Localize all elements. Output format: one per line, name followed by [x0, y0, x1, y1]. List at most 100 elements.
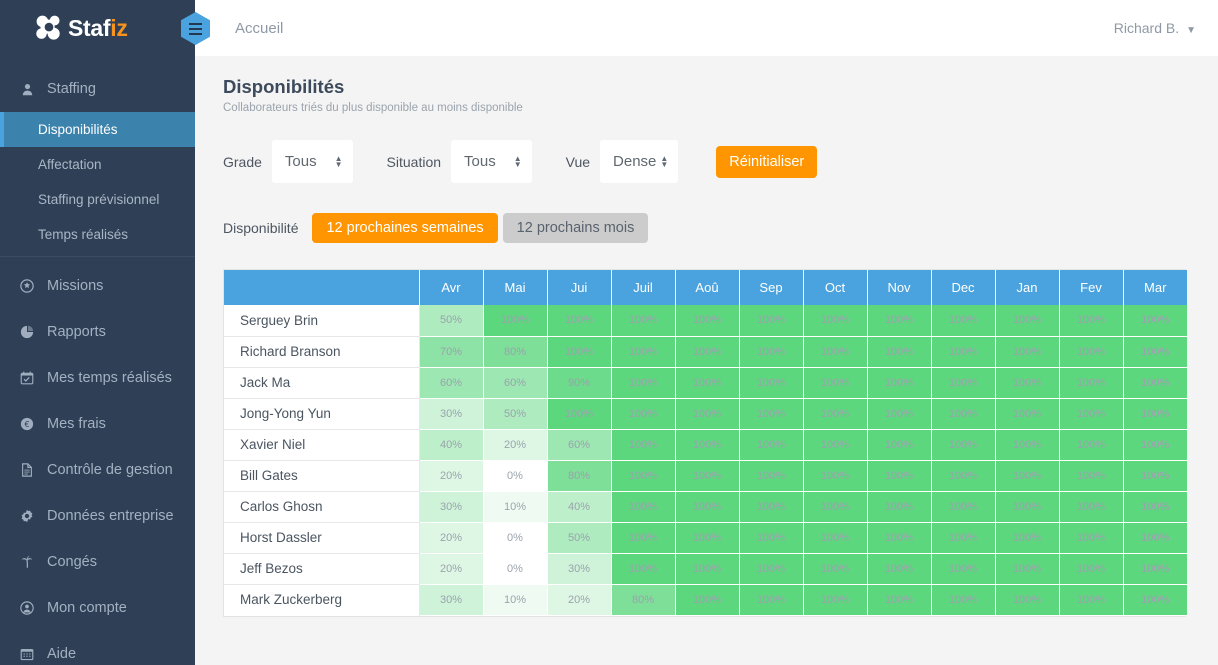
table-row[interactable]: Jeff Bezos 20% 0% 30% 100% 100% 100% 100% 100% 10… — [224, 553, 1187, 585]
availability-cell[interactable]: 100% — [1122, 460, 1187, 492]
table-row[interactable]: Horst Dassler 20% 0% 50% 100% 100% 100% 100% 100… — [224, 522, 1187, 554]
availability-cell[interactable]: 50% — [418, 305, 483, 337]
availability-cell[interactable]: 100% — [1122, 522, 1187, 554]
availability-cell[interactable]: 100% — [930, 398, 995, 430]
availability-cell[interactable]: 100% — [610, 460, 675, 492]
availability-cell[interactable]: 100% — [994, 460, 1059, 492]
availability-cell[interactable]: 100% — [802, 460, 867, 492]
availability-cell[interactable]: 0% — [482, 553, 547, 585]
availability-cell[interactable]: 40% — [418, 429, 483, 461]
logo[interactable]: Stafiz — [0, 0, 195, 56]
hamburger-menu-icon[interactable] — [181, 12, 210, 45]
availability-cell[interactable]: 100% — [738, 584, 803, 616]
availability-cell[interactable]: 100% — [930, 460, 995, 492]
table-row[interactable]: Jong-Yong Yun 30% 50% 100% 100% 100% 100% 100% 1… — [224, 398, 1187, 430]
sidebar-item-disponibilites[interactable]: Disponibilités — [0, 112, 195, 147]
grade-select[interactable]: Tous ▲ ▼ — [271, 140, 353, 183]
availability-cell[interactable]: 10% — [482, 491, 547, 523]
availability-cell[interactable]: 20% — [418, 460, 483, 492]
sidebar-item-affectation[interactable]: Affectation — [0, 147, 195, 182]
user-menu[interactable]: Richard B. ▼ — [1114, 20, 1196, 36]
availability-cell[interactable]: 100% — [1122, 491, 1187, 523]
availability-cell[interactable]: 100% — [866, 522, 931, 554]
availability-cell[interactable]: 100% — [802, 398, 867, 430]
availability-cell[interactable]: 100% — [610, 336, 675, 368]
sidebar-item-missions[interactable]: Missions — [0, 263, 195, 309]
availability-cell[interactable]: 100% — [866, 305, 931, 337]
sidebar-item-temps-realises[interactable]: Temps réalisés — [0, 217, 195, 252]
sidebar-item-mes-temps-realises[interactable]: Mes temps réalisés — [0, 355, 195, 401]
availability-cell[interactable]: 30% — [418, 584, 483, 616]
availability-cell[interactable]: 100% — [674, 460, 739, 492]
table-row[interactable]: Mark Zuckerberg 30% 10% 20% 80% 100% 100% 100% 1… — [224, 584, 1187, 616]
availability-cell[interactable]: 100% — [930, 336, 995, 368]
availability-cell[interactable]: 60% — [546, 429, 611, 461]
availability-cell[interactable]: 100% — [866, 429, 931, 461]
availability-cell[interactable]: 100% — [1122, 336, 1187, 368]
availability-cell[interactable]: 100% — [1058, 491, 1123, 523]
availability-cell[interactable]: 100% — [674, 522, 739, 554]
availability-cell[interactable]: 100% — [738, 553, 803, 585]
toggle-12-months[interactable]: 12 prochains mois — [502, 213, 649, 243]
availability-cell[interactable]: 100% — [546, 336, 611, 368]
availability-cell[interactable]: 10% — [482, 584, 547, 616]
availability-cell[interactable]: 100% — [866, 336, 931, 368]
availability-cell[interactable]: 50% — [546, 522, 611, 554]
sidebar-item-mes-frais[interactable]: € Mes frais — [0, 401, 195, 447]
table-row[interactable]: Bill Gates 20% 0% 80% 100% 100% 100% 100% 100% 10… — [224, 460, 1187, 492]
availability-cell[interactable]: 100% — [738, 429, 803, 461]
availability-cell[interactable]: 100% — [1122, 305, 1187, 337]
availability-cell[interactable]: 100% — [802, 336, 867, 368]
availability-cell[interactable]: 100% — [994, 491, 1059, 523]
availability-cell[interactable]: 90% — [546, 367, 611, 399]
table-row[interactable]: Carlos Ghosn 30% 10% 40% 100% 100% 100% 100% 100… — [224, 491, 1187, 523]
sidebar-item-donnees-entreprise[interactable]: Données entreprise — [0, 493, 195, 539]
availability-cell[interactable]: 80% — [482, 336, 547, 368]
availability-cell[interactable]: 100% — [930, 367, 995, 399]
availability-cell[interactable]: 100% — [994, 584, 1059, 616]
availability-cell[interactable]: 100% — [610, 305, 675, 337]
sidebar-item-mon-compte[interactable]: Mon compte — [0, 585, 195, 631]
availability-cell[interactable]: 70% — [418, 336, 483, 368]
table-row[interactable]: Jack Ma 60% 60% 90% 100% 100% 100% 100% 100% 100%… — [224, 367, 1187, 399]
availability-cell[interactable]: 100% — [994, 305, 1059, 337]
availability-cell[interactable]: 100% — [866, 584, 931, 616]
availability-cell[interactable]: 100% — [738, 522, 803, 554]
reset-button[interactable]: Réinitialiser — [716, 145, 818, 178]
availability-cell[interactable]: 100% — [1122, 367, 1187, 399]
table-row[interactable]: Xavier Niel 40% 20% 60% 100% 100% 100% 100% 100%… — [224, 429, 1187, 461]
availability-cell[interactable]: 100% — [674, 553, 739, 585]
availability-cell[interactable]: 100% — [546, 305, 611, 337]
availability-cell[interactable]: 100% — [802, 553, 867, 585]
availability-cell[interactable]: 100% — [866, 367, 931, 399]
availability-cell[interactable]: 100% — [1122, 398, 1187, 430]
sidebar-item-staffing[interactable]: Staffing — [0, 66, 195, 112]
availability-cell[interactable]: 100% — [738, 460, 803, 492]
availability-cell[interactable]: 100% — [610, 491, 675, 523]
availability-cell[interactable]: 100% — [802, 429, 867, 461]
availability-cell[interactable]: 30% — [418, 491, 483, 523]
availability-cell[interactable]: 20% — [546, 584, 611, 616]
availability-cell[interactable]: 100% — [674, 336, 739, 368]
availability-cell[interactable]: 100% — [674, 584, 739, 616]
availability-cell[interactable]: 100% — [802, 491, 867, 523]
availability-cell[interactable]: 100% — [994, 522, 1059, 554]
availability-cell[interactable]: 100% — [546, 398, 611, 430]
availability-cell[interactable]: 100% — [610, 553, 675, 585]
availability-cell[interactable]: 0% — [482, 460, 547, 492]
table-row[interactable]: Richard Branson 70% 80% 100% 100% 100% 100% 100… — [224, 336, 1187, 368]
availability-cell[interactable]: 40% — [546, 491, 611, 523]
situation-select[interactable]: Tous ▲ ▼ — [451, 140, 532, 183]
availability-cell[interactable]: 100% — [610, 367, 675, 399]
availability-cell[interactable]: 30% — [546, 553, 611, 585]
availability-cell[interactable]: 100% — [674, 429, 739, 461]
availability-cell[interactable]: 100% — [994, 553, 1059, 585]
availability-cell[interactable]: 100% — [738, 305, 803, 337]
availability-cell[interactable]: 100% — [1122, 429, 1187, 461]
availability-cell[interactable]: 100% — [1058, 584, 1123, 616]
availability-cell[interactable]: 100% — [1122, 553, 1187, 585]
breadcrumb[interactable]: Accueil — [235, 20, 283, 37]
availability-cell[interactable]: 100% — [674, 305, 739, 337]
availability-cell[interactable]: 100% — [994, 336, 1059, 368]
table-row[interactable]: Serguey Brin 50% 100% 100% 100% 100% 100% 100% 1… — [224, 305, 1187, 337]
